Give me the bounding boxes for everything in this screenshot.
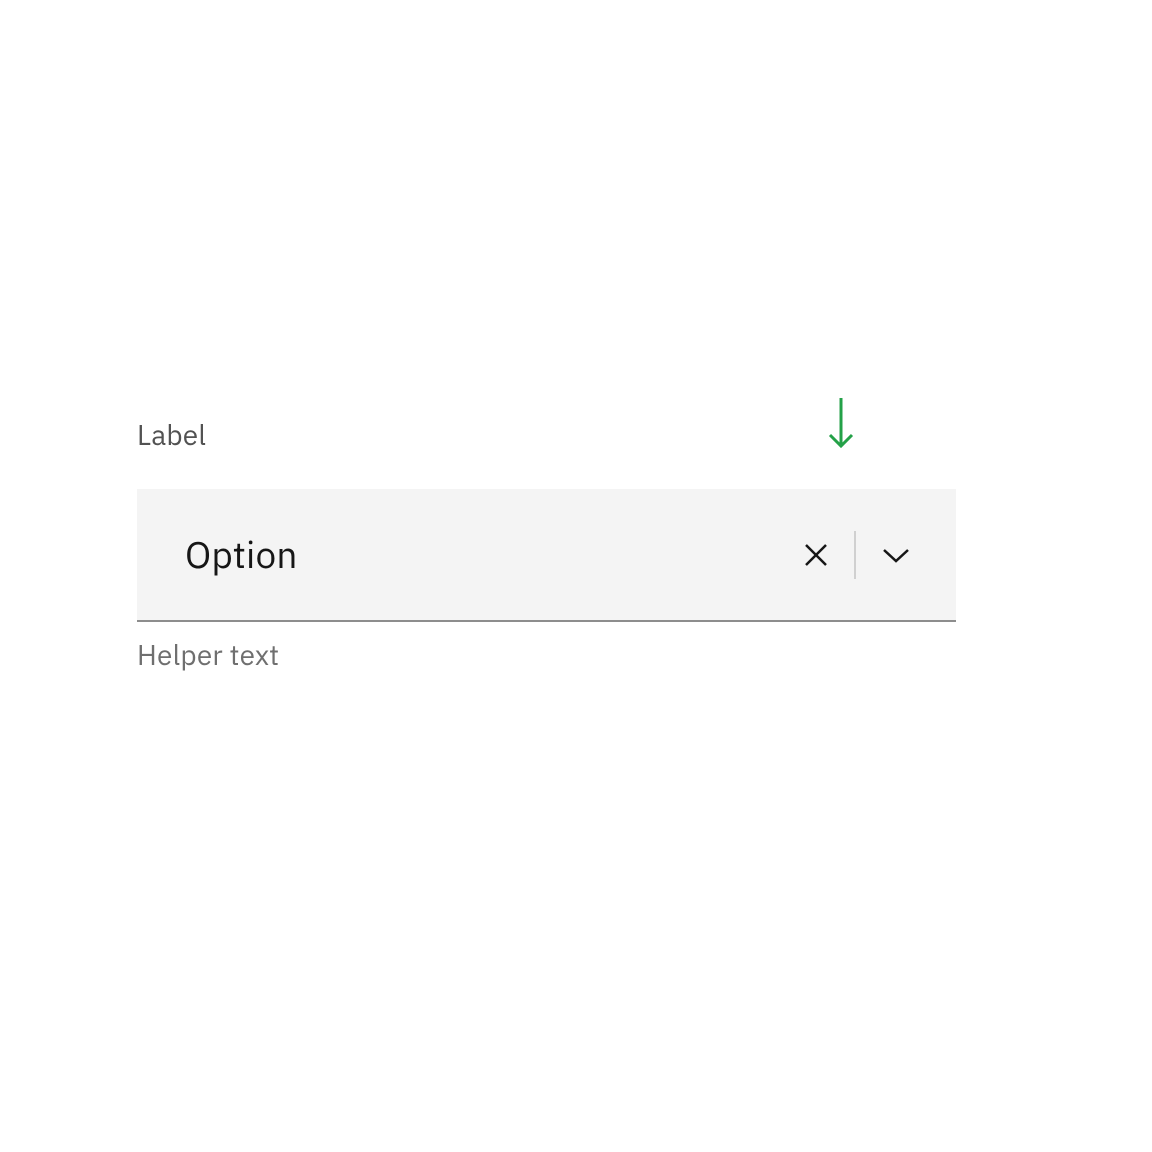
chevron-down-icon: [880, 545, 912, 565]
dropdown-field[interactable]: Option: [137, 489, 956, 622]
dropdown-toggle-button[interactable]: [868, 533, 924, 577]
dropdown-helper-text: Helper text: [137, 636, 956, 673]
dropdown-selected-value: Option: [185, 531, 790, 579]
dropdown-label: Label: [137, 416, 956, 453]
dropdown-component: Label Option Helper text: [137, 416, 956, 673]
dropdown-icon-group: [790, 529, 924, 581]
close-icon: [802, 541, 830, 569]
clear-selection-button[interactable]: [790, 529, 842, 581]
icon-divider: [854, 531, 856, 579]
